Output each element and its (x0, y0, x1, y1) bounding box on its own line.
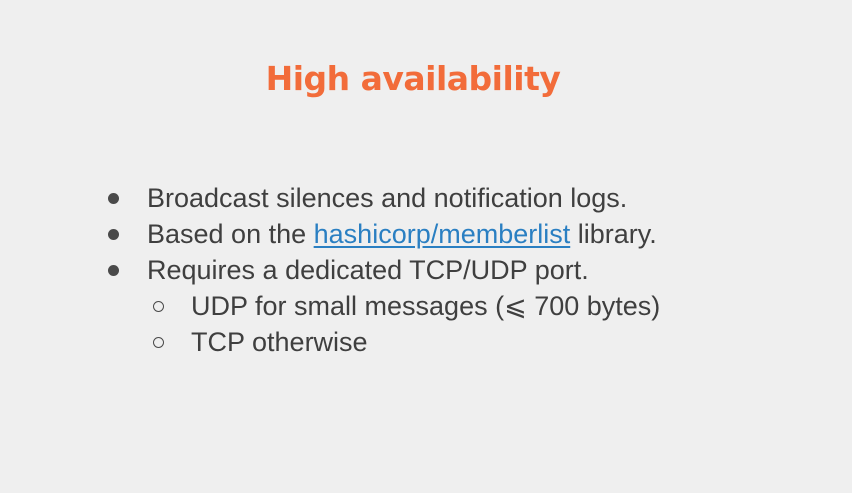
filled-circle-bullet-icon (108, 265, 119, 276)
hollow-circle-bullet-icon (153, 301, 164, 312)
hollow-circle-bullet-icon (153, 337, 164, 348)
bullet-text: Requires a dedicated TCP/UDP port. (147, 255, 589, 285)
bullet-text-suffix: library. (570, 219, 657, 249)
sub-bullet-item: TCP otherwise (107, 324, 660, 360)
bullet-item: Requires a dedicated TCP/UDP port. (107, 252, 660, 288)
slide: High availability Broadcast silences and… (0, 0, 852, 493)
filled-circle-bullet-icon (108, 193, 119, 204)
filled-circle-bullet-icon (108, 229, 119, 240)
memberlist-link[interactable]: hashicorp/memberlist (314, 219, 571, 249)
bullet-item: Broadcast silences and notification logs… (107, 180, 660, 216)
slide-title: High availability (265, 59, 561, 98)
bullet-text: Broadcast silences and notification logs… (147, 183, 628, 213)
sub-bullet-text: TCP otherwise (191, 327, 368, 357)
bullet-text-prefix: Based on the (147, 219, 314, 249)
sub-bullet-item: UDP for small messages (⩽ 700 bytes) (107, 288, 660, 324)
bullet-item: Based on the hashicorp/memberlist librar… (107, 216, 660, 252)
sub-bullet-text: UDP for small messages (⩽ 700 bytes) (191, 291, 661, 321)
bullet-list: Broadcast silences and notification logs… (107, 180, 660, 360)
